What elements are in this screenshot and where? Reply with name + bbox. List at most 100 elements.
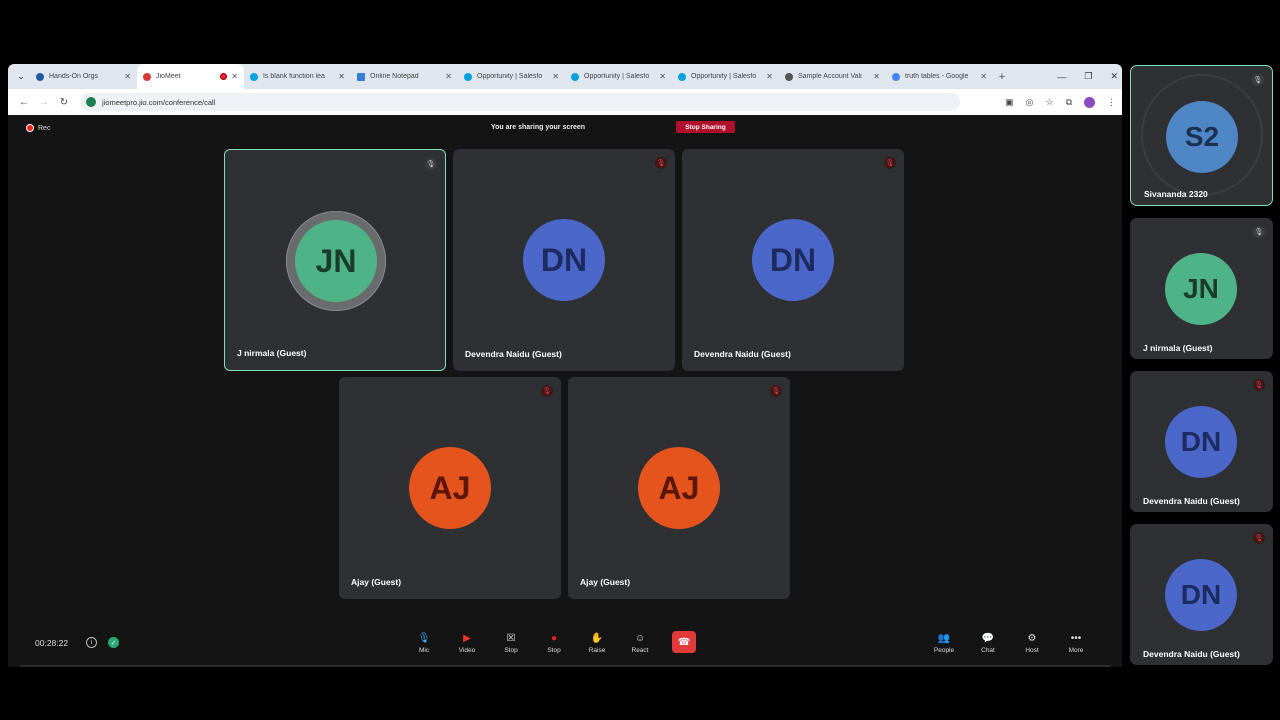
- browser-toolbar: ← → ↻ jiomeetpro.jio.com/conference/call…: [8, 89, 1122, 115]
- tab-hands-on-orgs[interactable]: Hands-On Orgs ✕: [30, 64, 137, 89]
- window-controls: — ❐ ✕: [1057, 64, 1118, 89]
- avatar: DN: [752, 219, 834, 301]
- mic-off-icon: 🎙: [770, 385, 782, 397]
- mic-off-icon: 🎙: [541, 385, 553, 397]
- mic-off-icon: 🎙: [1253, 379, 1265, 391]
- site-info-icon[interactable]: [86, 97, 96, 107]
- recording-icon: [220, 73, 228, 80]
- divider: [20, 665, 1110, 667]
- tab-opportunity-1[interactable]: Opportunity | Salesfo ✕: [458, 64, 565, 89]
- mic-button[interactable]: 🎙 Mic: [406, 631, 442, 655]
- close-icon[interactable]: ✕: [552, 72, 559, 81]
- stop-sharing-button[interactable]: Stop Sharing: [676, 121, 735, 133]
- side-participant-tile[interactable]: JN 🎙 J nirmala (Guest): [1130, 218, 1273, 359]
- more-icon: •••: [1070, 632, 1082, 644]
- toolbar-icons: ▣ ◎ ☆ ⧉ ⋮: [1005, 96, 1116, 108]
- tab-online-notepad[interactable]: Online Notepad ✕: [351, 64, 458, 89]
- forward-icon[interactable]: →: [34, 97, 54, 108]
- sharing-status: You are sharing your screen: [491, 124, 586, 131]
- reload-icon[interactable]: ↻: [54, 97, 74, 108]
- avatar: DN: [523, 219, 605, 301]
- tab-opportunity-3[interactable]: Opportunity | Salesfo ✕: [672, 64, 779, 89]
- favicon-icon: [36, 72, 44, 81]
- star-icon[interactable]: ☆: [1045, 97, 1053, 108]
- mic-off-icon: 🎙: [884, 157, 896, 169]
- stop-record-button[interactable]: ● Stop: [536, 631, 572, 655]
- video-off-icon: ▶: [463, 632, 471, 644]
- url-text: jiomeetpro.jio.com/conference/call: [102, 97, 216, 107]
- shield-icon[interactable]: ✓: [108, 637, 119, 648]
- cast-icon[interactable]: ▣: [1005, 97, 1014, 108]
- people-button[interactable]: 👥 People: [926, 631, 962, 655]
- people-icon: 👥: [937, 632, 951, 644]
- participant-name: Devendra Naidu (Guest): [1143, 649, 1240, 659]
- raise-hand-button[interactable]: ✋ Raise: [579, 631, 615, 655]
- extensions-icon[interactable]: ⧉: [1066, 97, 1072, 108]
- favicon-icon: [571, 72, 579, 81]
- close-icon[interactable]: ✕: [766, 72, 773, 81]
- minimize-icon[interactable]: —: [1057, 72, 1066, 82]
- favicon-icon: [785, 72, 793, 81]
- participant-name: Ajay (Guest): [580, 577, 631, 587]
- stop-share-button[interactable]: ☒ Stop: [493, 631, 529, 655]
- hangup-icon: ☎: [677, 636, 691, 648]
- close-icon[interactable]: ✕: [124, 72, 131, 81]
- tab-search-icon[interactable]: ⌄: [12, 68, 30, 86]
- end-call-button[interactable]: ☎: [672, 631, 696, 653]
- address-bar[interactable]: jiomeetpro.jio.com/conference/call: [80, 93, 960, 111]
- participant-tile[interactable]: AJ 🎙 Ajay (Guest): [568, 377, 790, 599]
- chat-button[interactable]: 💬 Chat: [970, 631, 1006, 655]
- tab-truth-tables[interactable]: truth tables - Google ✕: [886, 64, 993, 89]
- avatar: DN: [1165, 559, 1237, 631]
- side-participant-tile[interactable]: DN 🎙 Devendra Naidu (Guest): [1130, 371, 1273, 512]
- participant-tile[interactable]: JN 🎙 J nirmala (Guest): [224, 149, 446, 371]
- favicon-icon: [250, 72, 258, 81]
- record-icon: [26, 124, 34, 132]
- restore-icon[interactable]: ❐: [1084, 71, 1092, 82]
- participant-tile[interactable]: AJ 🎙 Ajay (Guest): [339, 377, 561, 599]
- side-participant-tile[interactable]: DN 🎙 Devendra Naidu (Guest): [1130, 524, 1273, 665]
- participant-tile[interactable]: DN 🎙 Devendra Naidu (Guest): [453, 149, 675, 371]
- tab-is-blank-function[interactable]: Is blank function lea ✕: [244, 64, 351, 89]
- screen: ⌄ Hands-On Orgs ✕ JioMeet ✕ Is blank fun…: [0, 0, 1280, 720]
- avatar: S2: [1166, 101, 1238, 173]
- tab-strip: ⌄ Hands-On Orgs ✕ JioMeet ✕ Is blank fun…: [8, 64, 1122, 89]
- menu-icon[interactable]: ⋮: [1107, 97, 1116, 108]
- avatar: JN: [1165, 253, 1237, 325]
- tab-opportunity-2[interactable]: Opportunity | Salesfo ✕: [565, 64, 672, 89]
- video-button[interactable]: ▶ Video: [449, 631, 485, 655]
- more-button[interactable]: ••• More: [1058, 631, 1094, 655]
- participant-name: Devendra Naidu (Guest): [465, 349, 562, 359]
- back-icon[interactable]: ←: [14, 97, 34, 108]
- info-icon[interactable]: i: [86, 637, 97, 648]
- new-tab-icon[interactable]: +: [993, 71, 1011, 83]
- favicon-icon: [678, 72, 686, 81]
- close-icon[interactable]: ✕: [231, 72, 238, 81]
- stop-share-icon: ☒: [506, 632, 516, 644]
- participant-name: J nirmala (Guest): [1143, 343, 1213, 353]
- react-button[interactable]: ☺ React: [622, 631, 658, 655]
- stop-record-icon: ●: [550, 632, 558, 644]
- close-window-icon[interactable]: ✕: [1110, 71, 1118, 82]
- avatar: AJ: [638, 447, 720, 529]
- browser-window: ⌄ Hands-On Orgs ✕ JioMeet ✕ Is blank fun…: [8, 64, 1122, 667]
- mic-on-icon: 🎙: [1253, 226, 1265, 238]
- favicon-icon: [892, 72, 900, 81]
- participant-name: Ajay (Guest): [351, 577, 402, 587]
- participant-name: Sivananda 2320: [1144, 189, 1208, 199]
- eye-off-icon[interactable]: ◎: [1026, 97, 1034, 108]
- tab-sample-account[interactable]: Sample Account Vali ✕: [779, 64, 886, 89]
- close-icon[interactable]: ✕: [980, 72, 987, 81]
- close-icon[interactable]: ✕: [445, 72, 452, 81]
- close-icon[interactable]: ✕: [338, 72, 345, 81]
- side-participant-tile[interactable]: S2 🎙 Sivananda 2320: [1130, 65, 1273, 206]
- host-button[interactable]: ⚙ Host: [1014, 631, 1050, 655]
- close-icon[interactable]: ✕: [873, 72, 880, 81]
- close-icon[interactable]: ✕: [659, 72, 666, 81]
- mic-off-icon: 🎙: [655, 157, 667, 169]
- tab-jiomeet[interactable]: JioMeet ✕: [137, 64, 244, 89]
- profile-avatar[interactable]: [1084, 96, 1095, 108]
- participant-tile[interactable]: DN 🎙 Devendra Naidu (Guest): [682, 149, 904, 371]
- meeting-content: Rec You are sharing your screen Stop Sha…: [8, 115, 1122, 667]
- participant-name: J nirmala (Guest): [237, 348, 307, 358]
